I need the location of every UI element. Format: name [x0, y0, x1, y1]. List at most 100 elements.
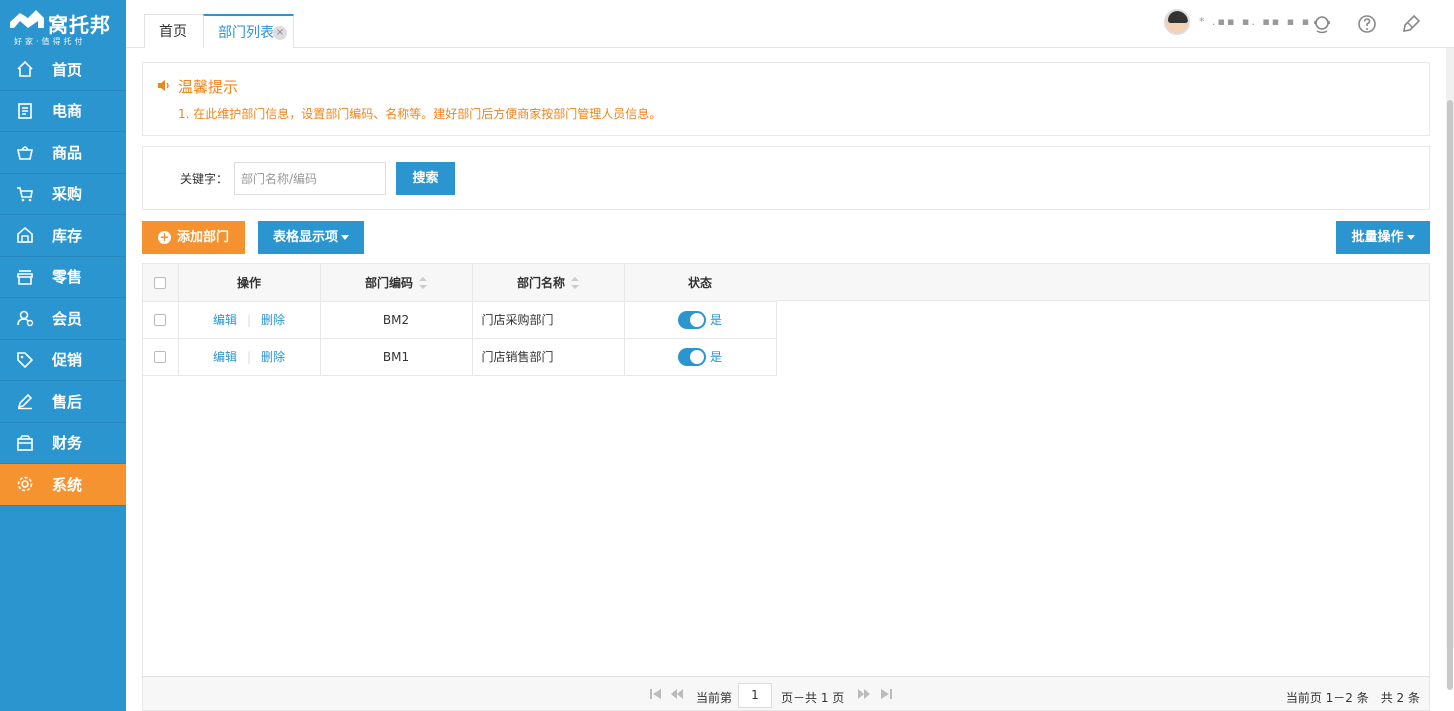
sidebar-item-label: 财务	[52, 434, 83, 453]
brand-logo[interactable]: 窝托邦 好家·值得托付	[0, 0, 126, 49]
sidebar-item-purchase[interactable]: 采购	[0, 174, 126, 215]
close-tab-icon[interactable]: ×	[273, 26, 287, 40]
sidebar-item-label: 零售	[52, 268, 83, 287]
prev-page-icon[interactable]	[671, 689, 683, 699]
delete-link[interactable]: 删除	[261, 313, 285, 327]
tips-title: 温馨提示	[178, 78, 239, 96]
sidebar-item-label: 售后	[52, 392, 83, 411]
table-row: 编辑 | 删除 BM1 门店销售部门 是	[143, 338, 777, 376]
department-code: BM1	[320, 338, 473, 376]
first-page-icon[interactable]	[650, 689, 662, 699]
col-code-label: 部门编码	[364, 275, 413, 290]
divider: |	[246, 313, 252, 327]
caret-down-icon	[341, 235, 349, 240]
status-toggle[interactable]	[677, 310, 706, 329]
sidebar-item-label: 首页	[52, 60, 83, 79]
help-icon[interactable]	[1356, 13, 1378, 35]
tips-panel: 温馨提示 1. 在此维护部门信息，设置部门编码、名称等。建好部门后方便商家按部门…	[142, 62, 1430, 136]
add-department-button[interactable]: + 添加部门	[142, 221, 245, 254]
sidebar: 窝托邦 好家·值得托付 首页 电商 商品 采购 库存 零售 会员 促销 售后 财…	[0, 0, 126, 711]
username[interactable]: * .▪▪ ▪. ▪▪ ▪ ▪	[1199, 15, 1311, 28]
last-page-icon[interactable]	[880, 689, 892, 699]
pager-suffix: 页－共 1 页	[781, 691, 845, 705]
col-action: 操作	[178, 264, 321, 302]
page-scrollbar[interactable]	[1446, 48, 1454, 690]
sidebar-item-aftersale[interactable]: 售后	[0, 381, 126, 423]
sidebar-item-ecommerce[interactable]: 电商	[0, 91, 126, 132]
sidebar-item-label: 会员	[52, 309, 83, 328]
select-all-checkbox[interactable]	[154, 276, 167, 289]
department-table: 操作 部门编码 部门名称 状态 编辑 | 删除 BM2 门店采购部门 是 编辑 …	[142, 263, 1430, 711]
sidebar-item-label: 采购	[52, 185, 83, 204]
table-row: 编辑 | 删除 BM2 门店采购部门 是	[143, 301, 777, 339]
warehouse-icon	[13, 223, 37, 247]
sidebar-item-finance[interactable]: 财务	[0, 423, 126, 464]
avatar[interactable]	[1164, 9, 1190, 35]
next-page-icon[interactable]	[858, 689, 870, 699]
sidebar-item-home[interactable]: 首页	[0, 49, 126, 91]
caret-down-icon	[1406, 235, 1415, 240]
col-status: 状态	[624, 264, 777, 302]
sidebar-item-label: 商品	[52, 143, 83, 162]
tab-department-list[interactable]: 部门列表 ×	[203, 14, 294, 48]
keyword-input[interactable]	[234, 162, 386, 195]
home-icon	[13, 57, 37, 81]
divider: |	[246, 350, 252, 364]
status-toggle[interactable]	[677, 347, 706, 366]
wallet-icon	[13, 431, 37, 455]
gear-icon	[13, 472, 37, 496]
sidebar-item-label: 电商	[52, 102, 83, 121]
edit-link[interactable]: 编辑	[213, 313, 237, 327]
support-icon[interactable]	[1311, 13, 1333, 35]
search-panel: 关键字： 搜索	[142, 146, 1430, 210]
sidebar-item-label: 促销	[52, 351, 83, 370]
tag-icon	[13, 348, 37, 372]
sidebar-item-label: 库存	[52, 226, 83, 245]
row-checkbox[interactable]	[154, 351, 167, 363]
sort-icon[interactable]	[571, 277, 579, 290]
sidebar-item-system[interactable]: 系统	[0, 464, 126, 506]
search-button[interactable]: 搜索	[396, 162, 455, 195]
row-actions: 编辑 | 删除	[178, 301, 321, 339]
page-number-input[interactable]: 1	[738, 683, 772, 708]
tab-label: 部门列表	[218, 25, 274, 41]
table-columns-button[interactable]: 表格显示项	[258, 221, 364, 254]
sidebar-item-goods[interactable]: 商品	[0, 132, 126, 174]
row-select-cell	[143, 338, 179, 376]
edit-link[interactable]: 编辑	[213, 350, 237, 364]
row-select-cell	[143, 301, 179, 339]
store-icon	[13, 265, 37, 289]
member-icon	[13, 306, 37, 330]
department-name: 门店销售部门	[472, 338, 625, 376]
sidebar-item-member[interactable]: 会员	[0, 298, 126, 340]
scrollbar-thumb[interactable]	[1447, 100, 1453, 690]
sort-icon[interactable]	[419, 277, 427, 290]
department-code: BM2	[320, 301, 473, 339]
batch-operation-label: 批量操作	[1351, 230, 1404, 245]
tab-label: 首页	[159, 24, 187, 40]
sidebar-item-inventory[interactable]: 库存	[0, 215, 126, 257]
delete-link[interactable]: 删除	[261, 350, 285, 364]
sidebar-item-promotion[interactable]: 促销	[0, 340, 126, 381]
basket-icon	[13, 140, 37, 164]
tab-home[interactable]: 首页	[144, 14, 204, 48]
col-name[interactable]: 部门名称	[472, 264, 625, 302]
speaker-icon	[158, 80, 169, 91]
table-columns-label: 表格显示项	[272, 230, 338, 245]
clear-cache-icon[interactable]	[1400, 13, 1422, 35]
batch-operation-button[interactable]: 批量操作	[1336, 221, 1430, 254]
top-bar: 首页 部门列表 × * .▪▪ ▪. ▪▪ ▪ ▪	[126, 0, 1454, 48]
sidebar-item-label: 系统	[52, 475, 83, 494]
keyword-label: 关键字：	[180, 172, 229, 186]
sidebar-item-retail[interactable]: 零售	[0, 257, 126, 298]
department-name: 门店采购部门	[472, 301, 625, 339]
header-filler	[776, 264, 1429, 301]
brand-slogan: 好家·值得托付	[14, 37, 86, 46]
select-all-cell	[143, 264, 179, 302]
pager-summary: 当前页 1－2 条 共 2 条	[1285, 691, 1420, 705]
plus-icon: +	[157, 230, 171, 244]
pagination-bar: 当前第 1 页－共 1 页 当前页 1－2 条 共 2 条	[142, 676, 1430, 711]
col-code[interactable]: 部门编码	[320, 264, 473, 302]
row-checkbox[interactable]	[154, 314, 167, 326]
pen-icon	[13, 389, 37, 413]
